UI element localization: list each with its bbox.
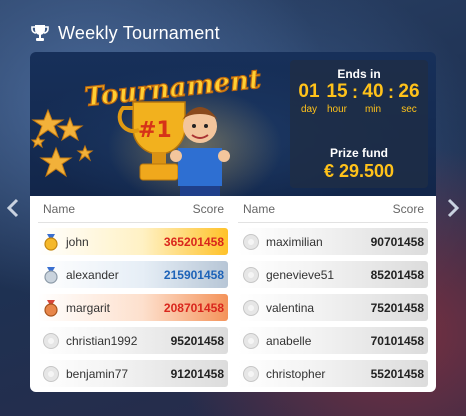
trophy-icon	[31, 25, 49, 41]
player-score: 215901458	[163, 267, 224, 282]
player-name: john	[66, 234, 89, 249]
leaderboard-column-left: Name Score john 365201458 alexander 2159014…	[38, 196, 228, 387]
svg-text:Tournament: Tournament	[83, 65, 262, 113]
cup-badge-text: #1	[138, 118, 172, 143]
tournament-banner: #1 Tournament Ends in 01 day 15 hour: 4…	[30, 52, 436, 196]
player-score: 208701458	[163, 300, 224, 315]
player-score: 365201458	[163, 234, 224, 249]
avatar-placeholder-icon	[43, 332, 59, 349]
silver-medal-icon	[44, 266, 58, 284]
bronze-medal-icon	[44, 299, 58, 317]
widget-title: Weekly Tournament	[58, 22, 220, 43]
player-score: 75201458	[370, 300, 424, 315]
avatar-placeholder-icon	[243, 332, 259, 349]
countdown-seconds-label: sec	[401, 104, 417, 115]
leaderboard: Name Score john 365201458 alexander 2159014…	[30, 196, 436, 392]
player-score: 85201458	[370, 267, 424, 282]
name-header: Name	[243, 202, 276, 216]
gold-medal-icon	[44, 233, 58, 251]
player-score: 55201458	[370, 366, 424, 381]
player-name: maximilian	[266, 234, 323, 249]
column-header: Name Score	[238, 196, 428, 223]
countdown-days-value: 01	[298, 81, 320, 102]
leaderboard-row[interactable]: benjamin77 91201458	[38, 360, 228, 387]
countdown-separator: :	[352, 82, 358, 102]
avatar-placeholder-icon	[243, 233, 259, 250]
countdown-seconds: 26 sec	[395, 81, 423, 116]
avatar-placeholder-icon	[243, 299, 259, 316]
leaderboard-row[interactable]: margarit 208701458	[38, 294, 228, 321]
ends-in-label: Ends in	[337, 67, 381, 81]
player-name: alexander	[66, 267, 119, 282]
leaderboard-row[interactable]: alexander 215901458	[38, 261, 228, 288]
column-header: Name Score	[38, 196, 228, 223]
score-header: Score	[192, 202, 224, 216]
player-name: margarit	[66, 300, 111, 315]
avatar-placeholder-icon	[43, 365, 59, 382]
tournament-timer-panel: Ends in 01 day 15 hour : 40 min : 26 sec…	[290, 60, 428, 188]
chevron-left-icon[interactable]	[6, 198, 20, 218]
player-name: genevieve51	[266, 267, 335, 282]
player-name: christopher	[266, 366, 326, 381]
chevron-right-icon[interactable]	[446, 198, 460, 218]
countdown-seconds-value: 26	[398, 81, 420, 102]
countdown-separator: :	[388, 82, 394, 102]
countdown-hours-label: hour	[326, 104, 347, 115]
widget-header: Weekly Tournament	[30, 20, 220, 46]
player-name: benjamin77	[66, 366, 129, 381]
leaderboard-column-right: Name Score maximilian 90701458 genevieve51…	[238, 196, 428, 387]
leaderboard-list-right: maximilian 90701458 genevieve51 85201458 val…	[238, 228, 428, 387]
leaderboard-row[interactable]: christian1992 95201458	[38, 327, 228, 354]
star-icon	[30, 108, 94, 178]
player-score: 91201458	[170, 366, 224, 381]
leaderboard-row[interactable]: anabelle 70101458	[238, 327, 428, 354]
score-header: Score	[392, 202, 424, 216]
countdown-hours-value: 15	[326, 81, 348, 102]
player-name: christian1992	[66, 333, 138, 348]
countdown-minutes: 40 min	[359, 81, 387, 116]
name-header: Name	[43, 202, 76, 216]
avatar-placeholder-icon	[243, 266, 259, 283]
countdown-days-label: day	[300, 104, 318, 115]
countdown-minutes-label: min	[364, 104, 382, 115]
leaderboard-row[interactable]: maximilian 90701458	[238, 228, 428, 255]
countdown-hours: 15 hour	[323, 81, 351, 116]
leaderboard-row[interactable]: valentina 75201458	[238, 294, 428, 321]
leaderboard-row[interactable]: christopher 55201458	[238, 360, 428, 387]
leaderboard-list-left: john 365201458 alexander 215901458 margarit 2…	[38, 228, 228, 387]
avatar-placeholder-icon	[243, 365, 259, 382]
countdown-days: 01 day	[295, 81, 323, 116]
player-score: 90701458	[370, 234, 424, 249]
prize-fund-label: Prize fund	[329, 146, 388, 160]
leaderboard-row[interactable]: john 365201458	[38, 228, 228, 255]
leaderboard-row[interactable]: genevieve51 85201458	[238, 261, 428, 288]
player-score: 95201458	[170, 333, 224, 348]
countdown-minutes-value: 40	[362, 81, 384, 102]
tournament-logo: Tournament	[83, 64, 263, 114]
player-name: anabelle	[266, 333, 312, 348]
prize-fund-value: € 29.500	[323, 161, 395, 181]
player-name: valentina	[266, 300, 315, 315]
player-score: 70101458	[370, 333, 424, 348]
countdown: 01 day 15 hour : 40 min : 26 sec	[290, 81, 428, 116]
